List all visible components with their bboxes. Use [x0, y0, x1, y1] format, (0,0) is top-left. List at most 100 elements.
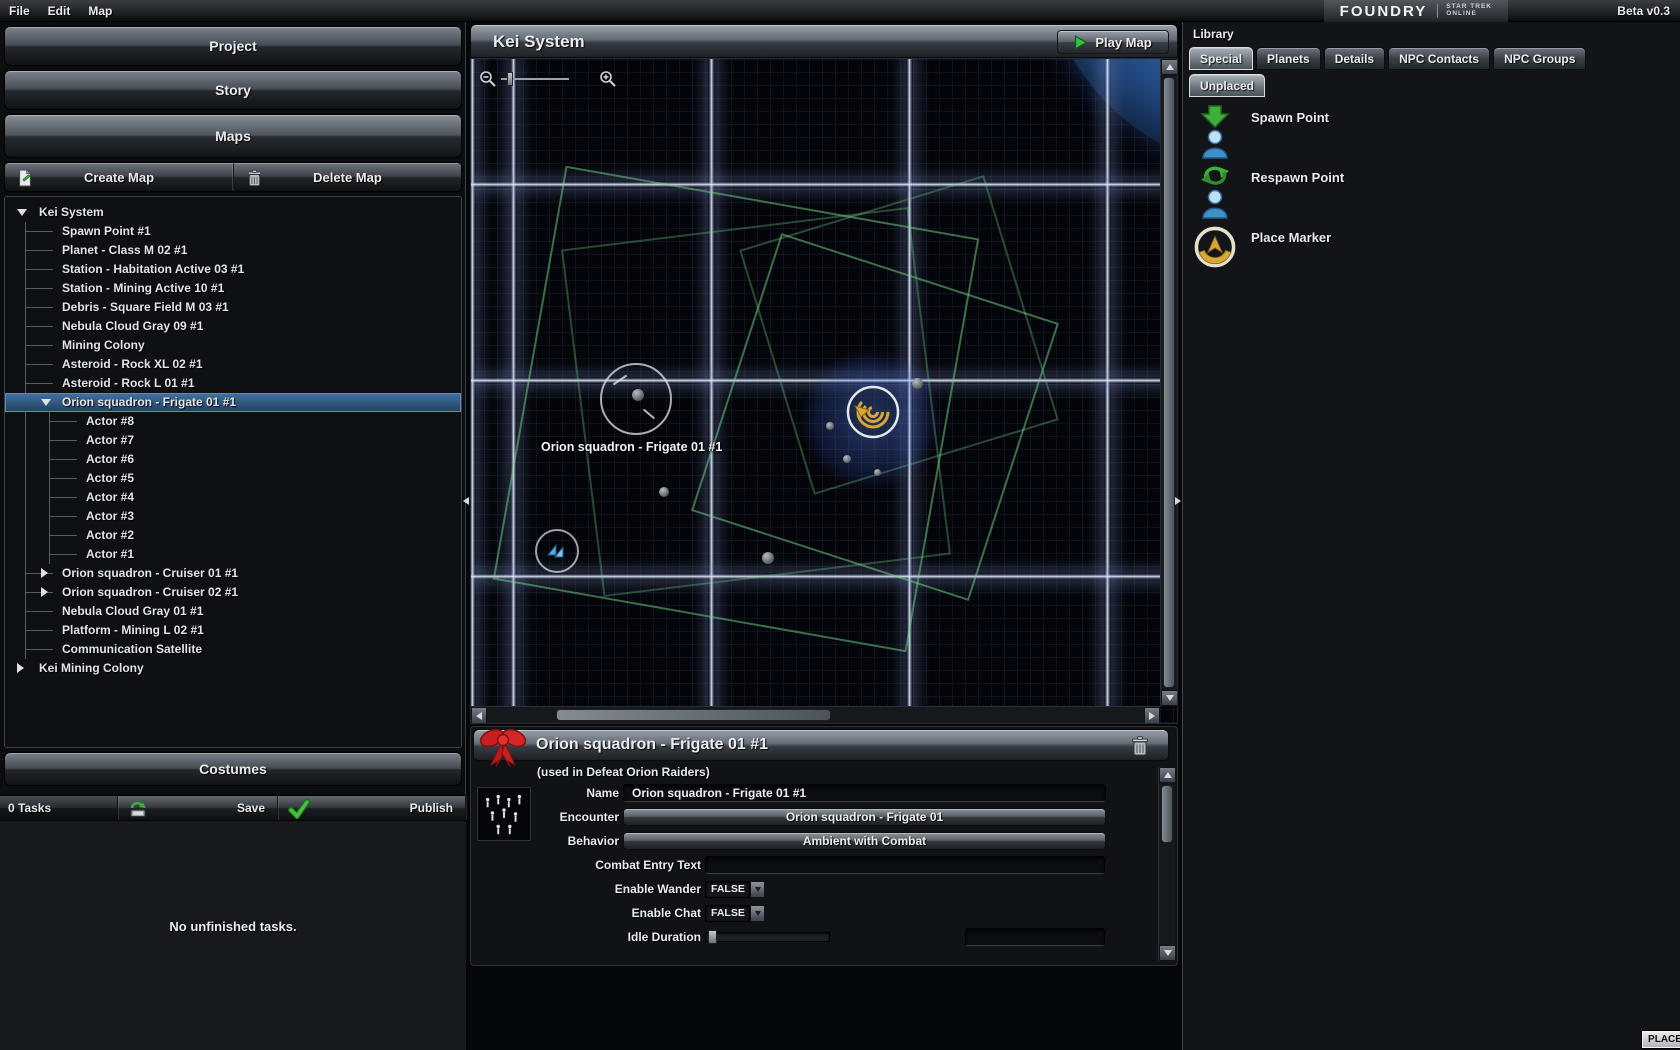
tree-item-actor-8[interactable]: Actor #8 — [5, 412, 461, 431]
name-input[interactable] — [623, 784, 1106, 802]
tree-item-actor-4[interactable]: Actor #4 — [5, 488, 461, 507]
tree-item-kei-system[interactable]: Kei System — [5, 203, 461, 222]
asteroid-object[interactable] — [826, 422, 834, 430]
map-horizontal-scrollbar[interactable] — [471, 706, 1160, 723]
scrollbar-thumb[interactable] — [556, 709, 831, 721]
tree-item-actor-6[interactable]: Actor #6 — [5, 450, 461, 469]
actor-group-marker[interactable] — [600, 363, 672, 435]
tree-item-planet-class-m-02-1[interactable]: Planet - Class M 02 #1 — [5, 241, 461, 260]
delete-map-button[interactable]: Delete Map — [233, 163, 461, 191]
ship-marker[interactable] — [535, 529, 579, 573]
tree-item-label: Platform - Mining L 02 #1 — [62, 623, 204, 637]
expander-expand-icon[interactable] — [17, 663, 24, 673]
play-map-button[interactable]: Play Map — [1057, 30, 1169, 54]
library-item-respawn-point[interactable]: Respawn Point — [1191, 162, 1672, 222]
idle-duration-slider[interactable] — [705, 930, 830, 944]
tree-item-platform-mining-l-02-1[interactable]: Platform - Mining L 02 #1 — [5, 621, 461, 640]
nav-story-button[interactable]: Story — [4, 70, 462, 110]
tree-item-actor-2[interactable]: Actor #2 — [5, 526, 461, 545]
tree-item-actor-3[interactable]: Actor #3 — [5, 507, 461, 526]
prop-row-enable-wander: Enable Wander FALSE — [535, 877, 1151, 901]
enable-chat-dropdown[interactable]: FALSE — [705, 904, 765, 922]
scroll-left-button[interactable] — [471, 707, 487, 723]
map-canvas[interactable]: Orion squadron - Frigate 01 #1 — [470, 58, 1178, 724]
asteroid-object[interactable] — [762, 552, 774, 564]
nav-maps-button[interactable]: Maps — [4, 114, 462, 158]
encounter-button[interactable]: Orion squadron - Frigate 01 — [623, 808, 1106, 826]
tree-item-mining-colony[interactable]: Mining Colony — [5, 336, 461, 355]
tree-item-nebula-cloud-gray-09-1[interactable]: Nebula Cloud Gray 09 #1 — [5, 317, 461, 336]
save-button[interactable]: Save — [118, 796, 278, 820]
nav-project-button[interactable]: Project — [4, 26, 462, 66]
menu-map[interactable]: Map — [79, 4, 121, 18]
place-button[interactable]: PLACE — [1641, 1030, 1680, 1049]
tree-item-debris-square-field-m-03-1[interactable]: Debris - Square Field M 03 #1 — [5, 298, 461, 317]
zoom-out-icon[interactable] — [479, 70, 497, 88]
tab-label: Planets — [1267, 51, 1310, 66]
library-item-spawn-point[interactable]: Spawn Point — [1191, 102, 1672, 162]
idle-duration-value-input[interactable] — [965, 928, 1105, 946]
foundry-editor: File Edit Map FOUNDRY STAR TREK ONLINE B… — [0, 0, 1680, 1050]
tree-item-actor-7[interactable]: Actor #7 — [5, 431, 461, 450]
expander-expand-icon[interactable] — [41, 587, 48, 597]
expander-expand-icon[interactable] — [41, 568, 48, 578]
behavior-button[interactable]: Ambient with Combat — [623, 832, 1106, 850]
library-tabs: Special Planets Details NPC Contacts NPC Gro… — [1189, 47, 1587, 70]
tab-unplaced[interactable]: Unplaced — [1189, 74, 1266, 97]
tree-item-label: Spawn Point #1 — [62, 224, 151, 238]
expander-collapse-icon[interactable] — [41, 399, 51, 406]
zoom-slider[interactable] — [501, 72, 569, 86]
tree-item-asteroid-rock-l-01-1[interactable]: Asteroid - Rock L 01 #1 — [5, 374, 461, 393]
tree-item-actor-5[interactable]: Actor #5 — [5, 469, 461, 488]
tab-npc-contacts[interactable]: NPC Contacts — [1388, 47, 1491, 70]
tab-special[interactable]: Special — [1189, 47, 1254, 70]
costumes-button[interactable]: Costumes — [4, 752, 462, 786]
selected-object-marker[interactable] — [845, 384, 901, 440]
menu-edit[interactable]: Edit — [39, 4, 80, 18]
combat-entry-text-input[interactable] — [705, 856, 1105, 874]
scroll-up-button[interactable] — [1159, 767, 1176, 783]
tree-item-actor-1[interactable]: Actor #1 — [5, 545, 461, 564]
tree-item-orion-squadron-cruiser-02-1[interactable]: Orion squadron - Cruiser 02 #1 — [5, 583, 461, 602]
create-map-button[interactable]: Create Map — [5, 163, 233, 191]
asteroid-object[interactable] — [912, 378, 923, 389]
scroll-right-button[interactable] — [1144, 707, 1160, 723]
library-item-place-marker[interactable]: Place Marker — [1191, 222, 1672, 282]
tree-item-label: Planet - Class M 02 #1 — [62, 243, 188, 257]
tree-item-communication-satellite[interactable]: Communication Satellite — [5, 640, 461, 659]
tree-item-station-habitation-active-03-1[interactable]: Station - Habitation Active 03 #1 — [5, 260, 461, 279]
tab-details[interactable]: Details — [1323, 47, 1386, 70]
publish-button[interactable]: Publish — [278, 796, 466, 821]
tree-item-kei-mining-colony[interactable]: Kei Mining Colony — [5, 659, 461, 678]
menu-file[interactable]: File — [0, 4, 39, 18]
asteroid-object[interactable] — [659, 487, 669, 497]
enable-wander-dropdown[interactable]: FALSE — [705, 880, 765, 898]
slider-handle[interactable] — [708, 930, 717, 944]
scroll-up-button[interactable] — [1161, 59, 1177, 75]
zoom-in-icon[interactable] — [599, 70, 617, 88]
scrollbar-thumb[interactable] — [1163, 77, 1175, 688]
tree-item-spawn-point-1[interactable]: Spawn Point #1 — [5, 222, 461, 241]
properties-scrollbar[interactable] — [1158, 767, 1176, 961]
tree-item-nebula-cloud-gray-01-1[interactable]: Nebula Cloud Gray 01 #1 — [5, 602, 461, 621]
expander-collapse-icon[interactable] — [17, 209, 27, 216]
scrollbar-thumb[interactable] — [1161, 785, 1173, 843]
tab-npc-groups[interactable]: NPC Groups — [1493, 47, 1587, 70]
zoom-slider-handle[interactable] — [507, 72, 513, 86]
scroll-down-button[interactable] — [1161, 690, 1177, 706]
collapse-left-panel-handle[interactable] — [461, 490, 471, 512]
tree-item-asteroid-rock-xl-02-1[interactable]: Asteroid - Rock XL 02 #1 — [5, 355, 461, 374]
task-count: 0 Tasks — [0, 796, 118, 820]
map-vertical-scrollbar[interactable] — [1160, 59, 1177, 706]
tree-item-orion-squadron-frigate-01-1[interactable]: Orion squadron - Frigate 01 #1 — [5, 393, 461, 412]
tab-planets[interactable]: Planets — [1256, 47, 1321, 70]
chevron-right-icon — [1175, 497, 1181, 505]
asteroid-object[interactable] — [874, 469, 881, 476]
tree-item-station-mining-active-10-1[interactable]: Station - Mining Active 10 #1 — [5, 279, 461, 298]
asteroid-object[interactable] — [843, 455, 851, 463]
tree-item-orion-squadron-cruiser-01-1[interactable]: Orion squadron - Cruiser 01 #1 — [5, 564, 461, 583]
delete-object-button[interactable] — [1130, 734, 1150, 763]
tree-item-label: Nebula Cloud Gray 01 #1 — [62, 604, 204, 618]
scroll-down-button[interactable] — [1159, 945, 1176, 961]
field-label: Behavior — [567, 834, 619, 848]
